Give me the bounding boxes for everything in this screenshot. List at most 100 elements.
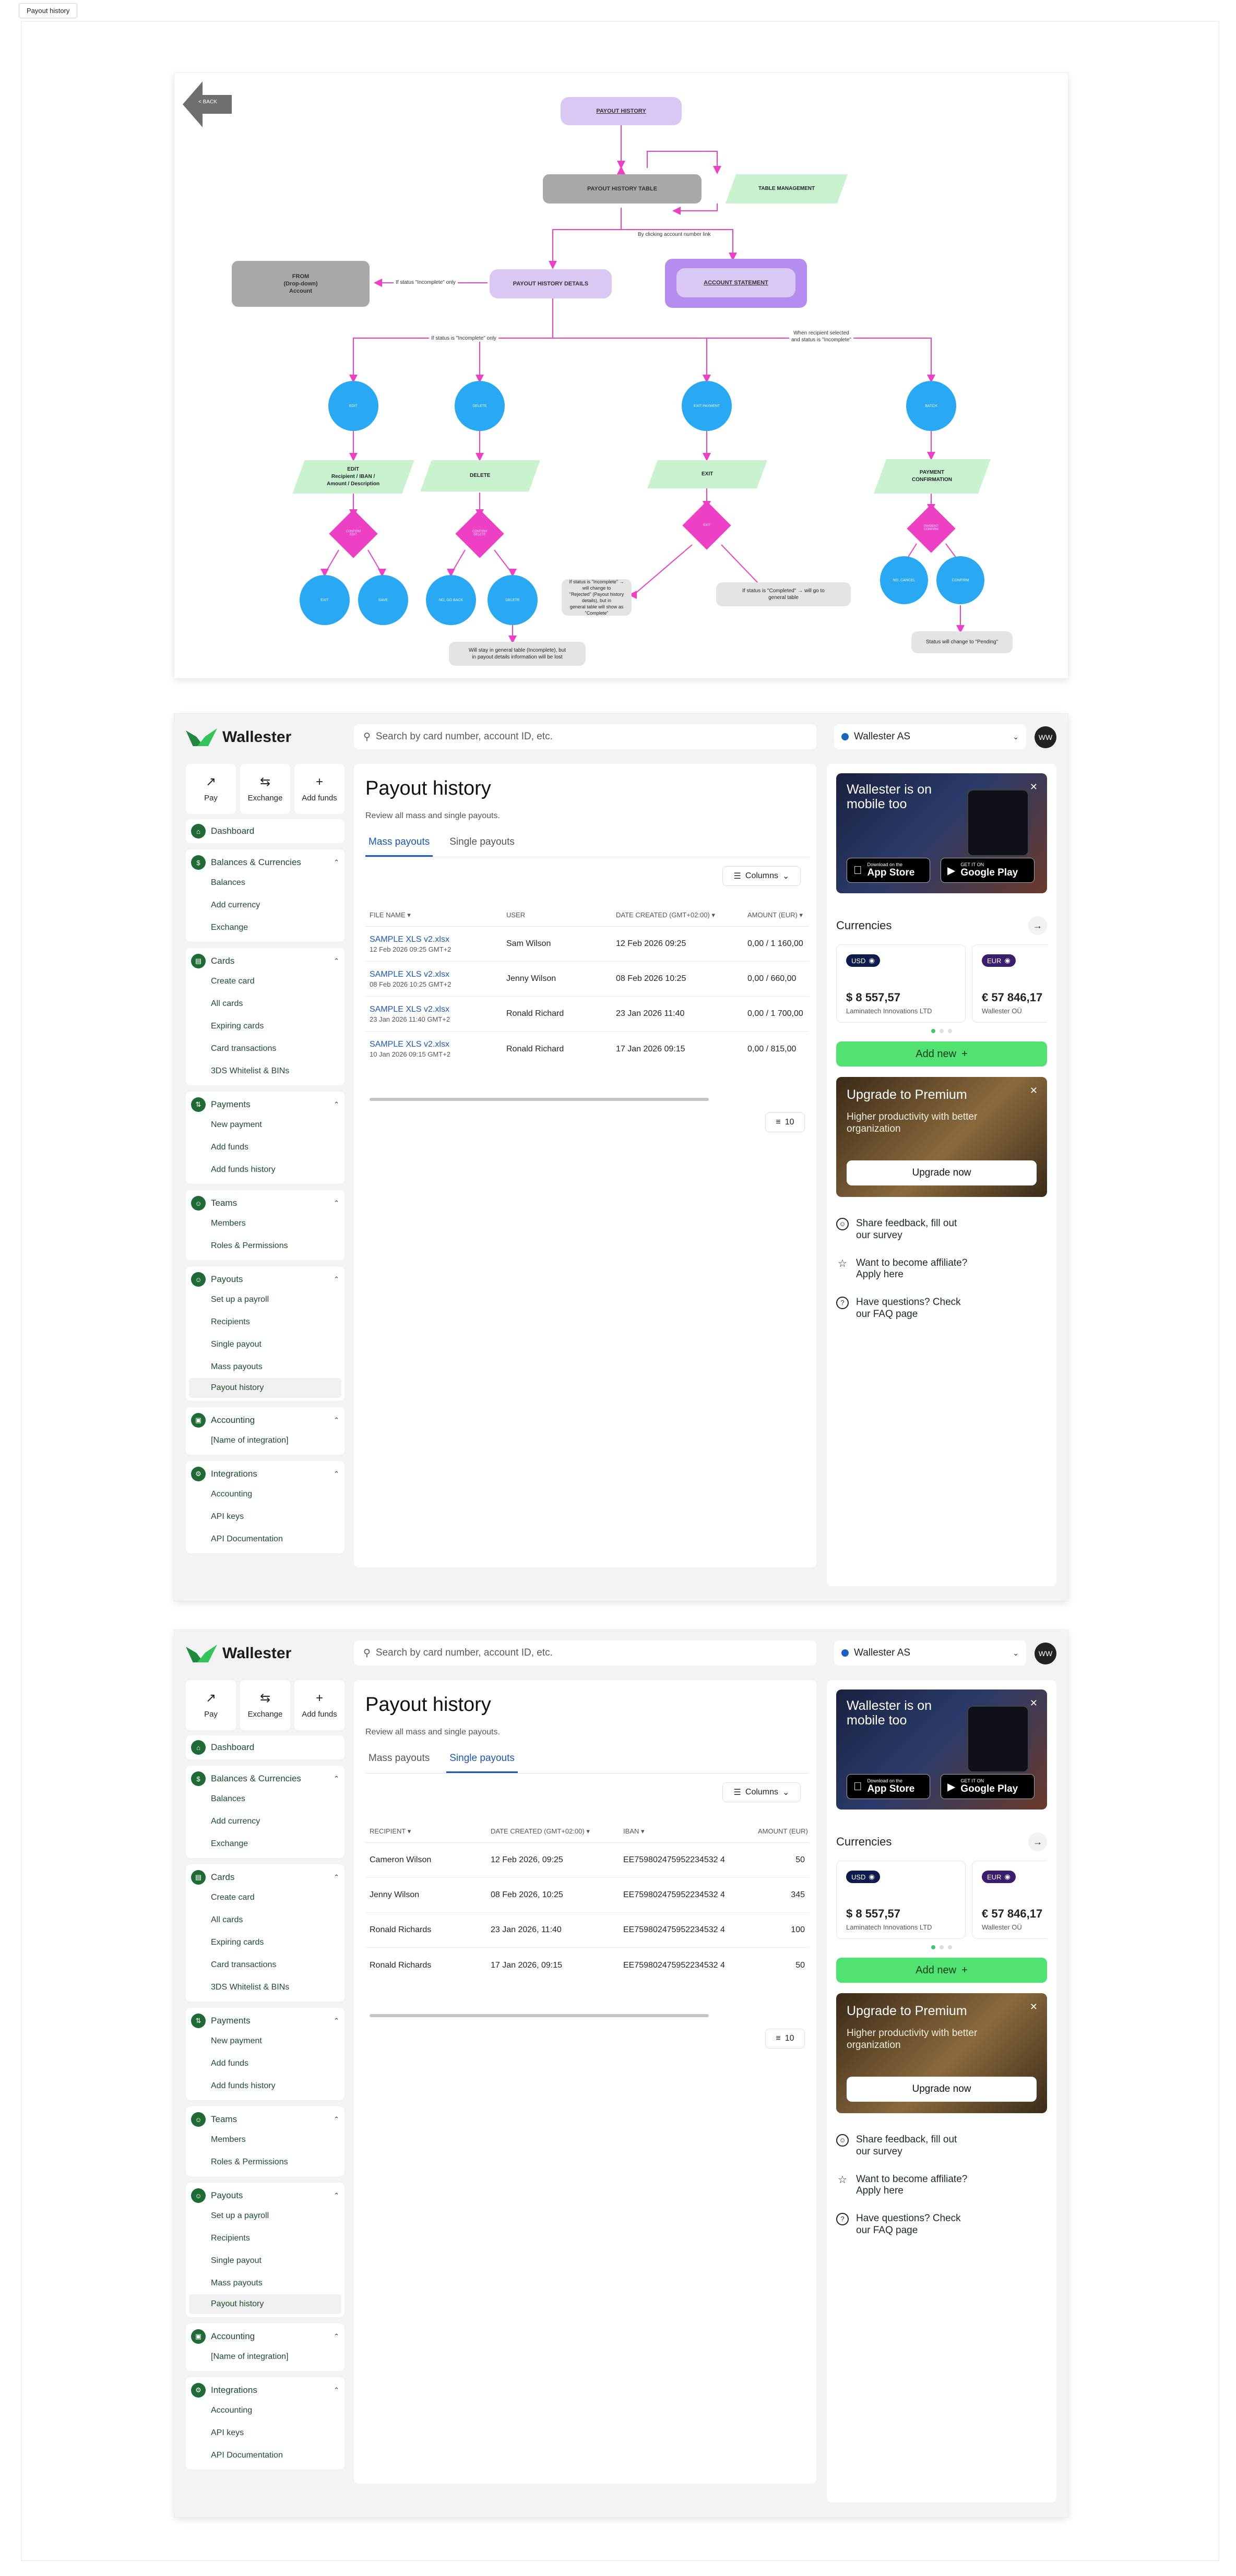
- col-file-name[interactable]: FILE NAME ▾: [365, 911, 502, 919]
- back-button[interactable]: < BACK: [183, 81, 232, 127]
- nav-item-roles[interactable]: Roles & Permissions: [186, 2151, 344, 2173]
- table-row[interactable]: SAMPLE XLS v2.xlsx 10 Jan 2026 09:15 GMT+…: [365, 1032, 809, 1067]
- table-row[interactable]: SAMPLE XLS v2.xlsx 23 Jan 2026 11:40 GMT+…: [365, 997, 809, 1032]
- nav-item-create-card[interactable]: Create card: [186, 970, 344, 992]
- close-icon[interactable]: ✕: [1030, 2002, 1038, 2012]
- nav-cards-header[interactable]: ▤ Cards ⌃: [186, 1868, 344, 1886]
- columns-button[interactable]: ☰ Columns ⌄: [722, 866, 801, 886]
- carousel-dots[interactable]: [836, 1945, 1047, 1949]
- tab-mass-payouts[interactable]: Mass payouts: [365, 836, 433, 857]
- col-date[interactable]: DATE CREATED (GMT+02:00) ▾: [486, 1827, 619, 1836]
- nav-item-expiring-cards[interactable]: Expiring cards: [186, 1015, 344, 1037]
- nav-item-all-cards[interactable]: All cards: [186, 1909, 344, 1931]
- nav-item-add-funds-history[interactable]: Add funds history: [186, 1158, 344, 1181]
- nav-balances-header[interactable]: $ Balances & Currencies ⌃: [186, 854, 344, 871]
- file-link[interactable]: SAMPLE XLS v2.xlsx: [370, 1005, 498, 1014]
- arrow-right-icon[interactable]: →: [1028, 916, 1047, 935]
- nav-item-card-transactions[interactable]: Card transactions: [186, 1954, 344, 1976]
- nav-accounting-header[interactable]: ▣ Accounting ⌃: [186, 1411, 344, 1429]
- nav-item-add-funds[interactable]: Add funds: [186, 2052, 344, 2075]
- currency-card-usd[interactable]: USD ◉ $ 8 557,57 Laminatech Innovations LTD: [836, 944, 966, 1023]
- nav-item-api-keys[interactable]: API keys: [186, 1505, 344, 1528]
- nav-item-api-keys[interactable]: API keys: [186, 2422, 344, 2444]
- carousel-dot[interactable]: [948, 1029, 952, 1033]
- feedback-link[interactable]: ☺ Share feedback, fill out our survey: [836, 1218, 1047, 1242]
- exchange-button[interactable]: ⇆ Exchange: [240, 1680, 290, 1730]
- avatar[interactable]: WW: [1035, 726, 1056, 748]
- pay-button[interactable]: ↗ Pay: [186, 764, 236, 814]
- tab-single-payouts[interactable]: Single payouts: [446, 1753, 518, 1773]
- company-selector[interactable]: Wallester AS ⌄: [834, 1640, 1026, 1666]
- nav-item-api-docs[interactable]: API Documentation: [186, 2444, 344, 2466]
- nav-item-new-payment[interactable]: New payment: [186, 2030, 344, 2052]
- nav-dashboard[interactable]: ⌂ Dashboard: [186, 1735, 344, 1759]
- nav-item-members[interactable]: Members: [186, 2128, 344, 2151]
- node-account-statement[interactable]: ACCOUNT STATEMENT: [665, 259, 807, 308]
- faq-link[interactable]: ? Have questions? Check our FAQ page: [836, 2213, 1047, 2237]
- nav-item-new-payment[interactable]: New payment: [186, 1113, 344, 1136]
- avatar[interactable]: WW: [1035, 1643, 1056, 1664]
- nav-payments-header[interactable]: ⇅ Payments ⌃: [186, 1096, 344, 1113]
- close-icon[interactable]: ✕: [1030, 1085, 1038, 1096]
- company-selector[interactable]: Wallester AS ⌄: [834, 724, 1026, 749]
- nav-payouts-header[interactable]: ☺ Payouts ⌃: [186, 2187, 344, 2204]
- nav-item-mass-payouts[interactable]: Mass payouts: [186, 2272, 344, 2294]
- nav-item-balances[interactable]: Balances: [186, 871, 344, 894]
- nav-item-add-funds-history[interactable]: Add funds history: [186, 2075, 344, 2097]
- nav-cards-header[interactable]: ▤ Cards ⌃: [186, 952, 344, 970]
- nav-item-3ds-whitelist[interactable]: 3DS Whitelist & BINs: [186, 1060, 344, 1082]
- carousel-dots[interactable]: [836, 1029, 1047, 1033]
- add-funds-button[interactable]: + Add funds: [294, 764, 344, 814]
- nav-item-single-payout[interactable]: Single payout: [186, 2249, 344, 2272]
- nav-item-payout-history[interactable]: Payout history: [189, 2294, 341, 2314]
- affiliate-link[interactable]: ☆ Want to become affiliate? Apply here: [836, 1257, 1047, 1281]
- table-scrollbar[interactable]: [370, 2014, 709, 2017]
- currency-card-usd[interactable]: USD ◉ $ 8 557,57 Laminatech Innovations LTD: [836, 1861, 966, 1939]
- upgrade-now-button[interactable]: Upgrade now: [847, 1160, 1037, 1185]
- nav-integrations-header[interactable]: ⚙ Integrations ⌃: [186, 1465, 344, 1483]
- table-row[interactable]: Jenny Wilson 08 Feb 2026, 10:25 EE759802…: [365, 1878, 809, 1913]
- carousel-dot[interactable]: [948, 1945, 952, 1949]
- file-link[interactable]: SAMPLE XLS v2.xlsx: [370, 935, 498, 944]
- node-payout-history[interactable]: PAYOUT HISTORY: [561, 97, 682, 125]
- nav-integrations-header[interactable]: ⚙ Integrations ⌃: [186, 2381, 344, 2399]
- nav-item-recipients[interactable]: Recipients: [186, 1311, 344, 1333]
- carousel-dot[interactable]: [931, 1029, 935, 1033]
- nav-item-recipients[interactable]: Recipients: [186, 2227, 344, 2249]
- nav-item-add-currency[interactable]: Add currency: [186, 894, 344, 916]
- search-input[interactable]: ⚲ Search by card number, account ID, etc.: [354, 1640, 816, 1666]
- add-new-button[interactable]: Add new +: [836, 1958, 1047, 1983]
- nav-payments-header[interactable]: ⇅ Payments ⌃: [186, 2012, 344, 2030]
- nav-item-integration-name[interactable]: [Name of integration]: [186, 1429, 344, 1452]
- nav-teams-header[interactable]: ☺ Teams ⌃: [186, 2111, 344, 2128]
- page-size-selector[interactable]: ≡ 10: [765, 2029, 805, 2048]
- google-play-button[interactable]: ▶ GET IT ON Google Play: [941, 858, 1035, 883]
- nav-item-members[interactable]: Members: [186, 1212, 344, 1235]
- carousel-dot[interactable]: [940, 1945, 944, 1949]
- arrow-right-icon[interactable]: →: [1028, 1832, 1047, 1851]
- table-row[interactable]: Cameron Wilson 12 Feb 2026, 09:25 EE7598…: [365, 1843, 809, 1878]
- file-link[interactable]: SAMPLE XLS v2.xlsx: [370, 1040, 498, 1049]
- nav-item-exchange[interactable]: Exchange: [186, 916, 344, 939]
- table-row[interactable]: SAMPLE XLS v2.xlsx 12 Feb 2026 09:25 GMT+…: [365, 927, 809, 962]
- upgrade-now-button[interactable]: Upgrade now: [847, 2077, 1037, 2102]
- nav-item-add-funds[interactable]: Add funds: [186, 1136, 344, 1158]
- nav-dashboard[interactable]: ⌂ Dashboard: [186, 819, 344, 843]
- nav-teams-header[interactable]: ☺ Teams ⌃: [186, 1194, 344, 1212]
- nav-item-mass-payouts[interactable]: Mass payouts: [186, 1356, 344, 1378]
- nav-item-integration-name[interactable]: [Name of integration]: [186, 2345, 344, 2368]
- nav-item-roles[interactable]: Roles & Permissions: [186, 1235, 344, 1257]
- table-row[interactable]: Ronald Richards 17 Jan 2026, 09:15 EE759…: [365, 1948, 809, 1983]
- nav-item-create-card[interactable]: Create card: [186, 1886, 344, 1909]
- nav-item-single-payout[interactable]: Single payout: [186, 1333, 344, 1356]
- faq-link[interactable]: ? Have questions? Check our FAQ page: [836, 1297, 1047, 1321]
- nav-item-set-up-payroll[interactable]: Set up a payroll: [186, 2204, 344, 2227]
- exchange-button[interactable]: ⇆ Exchange: [240, 764, 290, 814]
- nav-item-set-up-payroll[interactable]: Set up a payroll: [186, 1288, 344, 1311]
- nav-payouts-header[interactable]: ☺ Payouts ⌃: [186, 1271, 344, 1288]
- nav-item-card-transactions[interactable]: Card transactions: [186, 1037, 344, 1060]
- search-input[interactable]: ⚲ Search by card number, account ID, etc.: [354, 724, 816, 749]
- table-row[interactable]: Ronald Richards 23 Jan 2026, 11:40 EE759…: [365, 1913, 809, 1948]
- nav-accounting-header[interactable]: ▣ Accounting ⌃: [186, 2328, 344, 2345]
- nav-item-expiring-cards[interactable]: Expiring cards: [186, 1931, 344, 1954]
